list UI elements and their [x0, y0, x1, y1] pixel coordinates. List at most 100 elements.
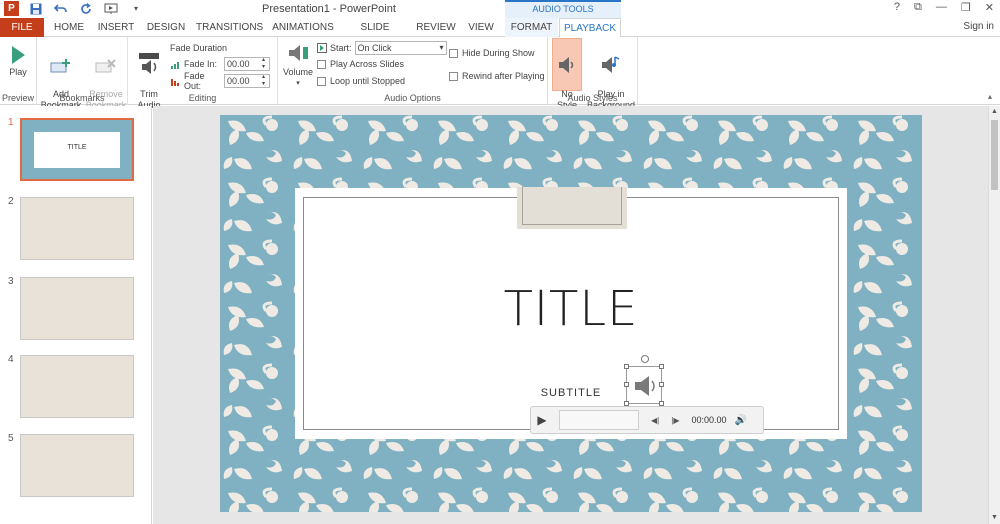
- quick-access-toolbar: P ▾: [4, 1, 144, 16]
- fade-out-icon: [171, 78, 179, 86]
- play-across-slides-checkbox[interactable]: Play Across Slides: [317, 57, 404, 71]
- fade-in-spinner[interactable]: 00.00: [224, 57, 270, 71]
- play-button[interactable]: Play: [3, 39, 33, 78]
- no-style-button[interactable]: No Style: [552, 38, 582, 110]
- tab-transitions[interactable]: TRANSITIONS: [196, 18, 263, 37]
- tab-file[interactable]: FILE: [0, 18, 44, 37]
- undo-icon[interactable]: [53, 2, 69, 16]
- sign-in-link[interactable]: Sign in: [963, 21, 994, 32]
- audio-object[interactable]: [624, 355, 664, 406]
- fade-in-icon: [171, 61, 179, 69]
- slide-title[interactable]: TITLE: [295, 281, 847, 337]
- vertical-scrollbar[interactable]: ▲ ▼: [988, 106, 1000, 524]
- minimize-icon[interactable]: —: [936, 1, 947, 14]
- powerpoint-logo-icon[interactable]: P: [4, 1, 19, 16]
- title-card: TITLE SUBTITLE ▶ ◀| |▶ 00:00.00 🔊: [295, 187, 847, 439]
- slide-number-2: 2: [8, 196, 14, 207]
- slide-thumbnail-3[interactable]: [20, 277, 134, 340]
- window-controls: ? ⧉ — ❐ ✕: [894, 1, 994, 14]
- start-row: Start: On Click: [317, 41, 447, 55]
- resize-handle[interactable]: [624, 364, 629, 369]
- slide-thumbnail-2[interactable]: [20, 197, 134, 260]
- resize-handle[interactable]: [659, 382, 664, 387]
- close-icon[interactable]: ✕: [985, 1, 994, 14]
- resize-handle[interactable]: [659, 364, 664, 369]
- start-label: Start:: [330, 43, 352, 53]
- play-across-slides-check[interactable]: [317, 59, 326, 69]
- scrollbar-thumb[interactable]: [991, 120, 998, 190]
- ribbon-tabs: FILE HOME INSERT DESIGN TRANSITIONS ANIM…: [0, 18, 1000, 52]
- save-icon[interactable]: [28, 2, 44, 16]
- fade-out-spinner[interactable]: 00.00: [224, 74, 270, 88]
- slide-thumbnail-5[interactable]: [20, 434, 134, 497]
- tab-slide-show[interactable]: SLIDE SHOW: [344, 18, 406, 52]
- slide-subtitle[interactable]: SUBTITLE: [295, 387, 847, 399]
- slide-number-1: 1: [8, 117, 14, 128]
- window-title: Presentation1 - PowerPoint: [262, 3, 396, 15]
- volume-icon: [281, 39, 315, 65]
- player-volume-icon[interactable]: 🔊: [735, 415, 747, 426]
- fade-out-row: Fade Out: 00.00: [171, 71, 270, 91]
- tab-home[interactable]: HOME: [50, 18, 88, 37]
- volume-dropdown-icon: ▾: [296, 80, 300, 87]
- hide-during-show-check[interactable]: [449, 48, 458, 58]
- ribbon-display-options-icon[interactable]: ⧉: [914, 1, 922, 14]
- scroll-down-icon[interactable]: ▼: [989, 512, 1000, 524]
- customize-toolbar-icon[interactable]: ▾: [128, 2, 144, 16]
- scroll-up-icon[interactable]: ▲: [989, 106, 1000, 118]
- rewind-checkbox[interactable]: Rewind after Playing: [449, 69, 545, 83]
- tab-view[interactable]: VIEW: [464, 18, 498, 37]
- slide-thumbnail-4[interactable]: [20, 355, 134, 418]
- slide-canvas[interactable]: TITLE SUBTITLE ▶ ◀| |▶ 00:00.00 🔊: [220, 115, 922, 512]
- group-label-bookmarks: Bookmarks: [59, 93, 105, 103]
- fade-in-row: Fade In: 00.00: [171, 57, 270, 71]
- slide-number-4: 4: [8, 354, 14, 365]
- thumbnail-title: TITLE: [67, 144, 87, 151]
- audio-speaker-icon: [635, 376, 655, 396]
- group-audio-options: Volume ▾ Start: On Click Play Across Sli…: [278, 37, 548, 105]
- rotate-handle[interactable]: [641, 355, 649, 363]
- thumbnail-title-card: TITLE: [34, 132, 120, 168]
- loop-check[interactable]: [317, 76, 326, 86]
- group-audio-styles: No Style Play in Background Audio Styles: [548, 37, 638, 110]
- group-label-editing: Editing: [188, 93, 217, 103]
- slide-thumbnails-panel: 1 TITLE 2 3 4 5: [0, 106, 152, 524]
- tab-review[interactable]: REVIEW: [414, 18, 458, 37]
- start-dropdown[interactable]: On Click: [354, 41, 447, 55]
- group-label-audio-styles: Audio Styles: [567, 93, 618, 103]
- start-icon: [317, 43, 327, 53]
- resize-handle[interactable]: [624, 382, 629, 387]
- player-progress-bar[interactable]: [559, 410, 639, 430]
- group-label-preview: Preview: [1, 93, 34, 103]
- group-bookmarks: Add Bookmark Remove Bookmark Bookmarks: [37, 37, 128, 110]
- trim-audio-icon: [133, 50, 165, 76]
- player-time: 00:00.00: [691, 415, 727, 425]
- tab-format[interactable]: FORMAT: [505, 18, 558, 37]
- tab-playback[interactable]: PLAYBACK: [559, 18, 621, 38]
- group-label-audio-options: Audio Options: [384, 93, 441, 103]
- restore-icon[interactable]: ❐: [961, 1, 971, 14]
- slide-number-3: 3: [8, 276, 14, 287]
- volume-button[interactable]: Volume ▾: [281, 39, 315, 89]
- audio-player-bar: ▶ ◀| |▶ 00:00.00 🔊: [530, 406, 764, 434]
- player-play-icon[interactable]: ▶: [531, 413, 553, 427]
- help-icon[interactable]: ?: [894, 1, 900, 14]
- tab-animations[interactable]: ANIMATIONS: [270, 18, 336, 37]
- no-style-speaker-icon: [553, 50, 581, 76]
- loop-checkbox[interactable]: Loop until Stopped: [317, 74, 405, 88]
- collapse-ribbon-icon[interactable]: ▴: [988, 92, 992, 101]
- add-bookmark-icon: [40, 50, 82, 76]
- tab-design[interactable]: DESIGN: [145, 18, 187, 37]
- play-in-background-icon: [586, 50, 636, 76]
- tab-insert[interactable]: INSERT: [96, 18, 136, 37]
- ribbon: Play Preview Add Bookmark Remove Bookmar…: [0, 37, 1000, 110]
- player-forward-icon[interactable]: |▶: [671, 416, 679, 425]
- redo-icon[interactable]: [78, 2, 94, 16]
- title-card-tab-decoration: [517, 187, 627, 229]
- rewind-check[interactable]: [449, 71, 458, 81]
- slide-thumbnail-1[interactable]: TITLE: [20, 118, 134, 181]
- hide-during-show-checkbox[interactable]: Hide During Show: [449, 46, 535, 60]
- player-back-icon[interactable]: ◀|: [651, 416, 659, 425]
- title-bar: P ▾ Presentation1 - PowerPoint AUDIO TOO…: [0, 0, 1000, 18]
- start-from-beginning-icon[interactable]: [103, 2, 119, 16]
